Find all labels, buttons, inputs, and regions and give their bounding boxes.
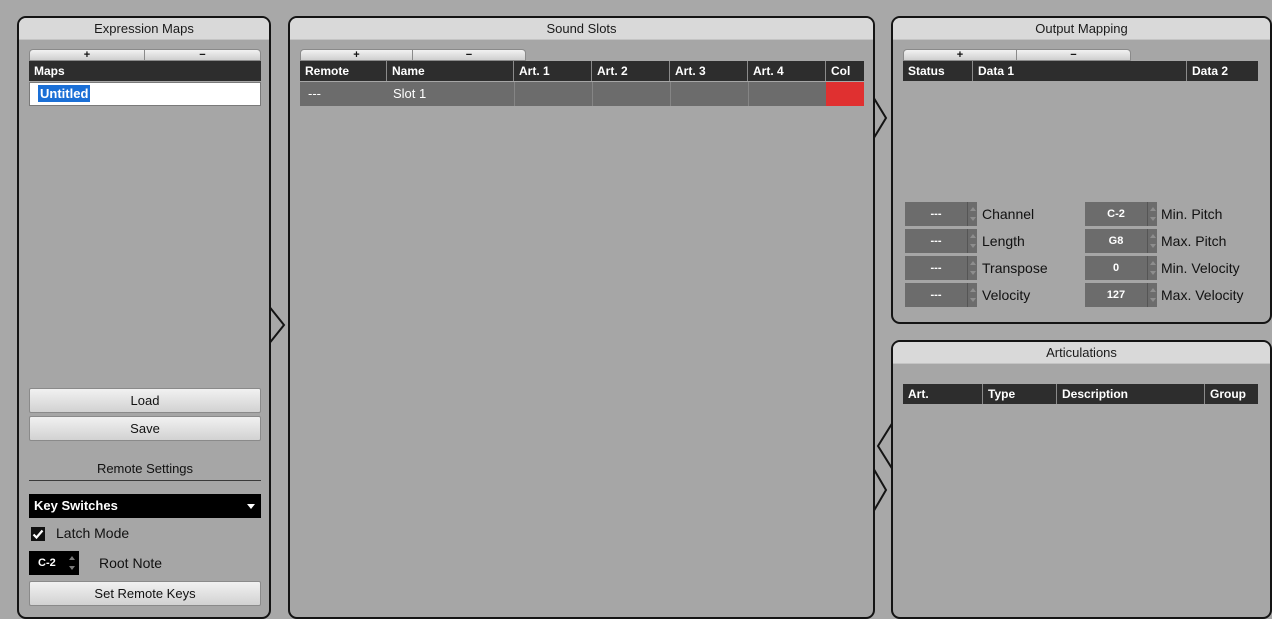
column-header-art1[interactable]: Art. 1 <box>514 61 592 81</box>
column-header-remote[interactable]: Remote <box>300 61 387 81</box>
velocity-field[interactable]: --- <box>905 283 967 307</box>
channel-field[interactable]: --- <box>905 202 967 226</box>
sound-slots-title: Sound Slots <box>290 18 873 40</box>
min-pitch-spinner[interactable] <box>1147 202 1157 226</box>
min-pitch-label: Min. Pitch <box>1161 206 1223 222</box>
output-mapping-title: Output Mapping <box>893 18 1270 40</box>
expression-maps-panel: Expression Maps + − Maps Untitled Load S… <box>17 16 271 619</box>
articulations-title: Articulations <box>893 342 1270 364</box>
column-header-art[interactable]: Art. <box>903 384 983 404</box>
slots-add-remove-bar: + − <box>300 49 526 61</box>
min-velocity-field[interactable]: 0 <box>1085 256 1147 280</box>
column-header-type[interactable]: Type <box>983 384 1057 404</box>
max-pitch-spinner[interactable] <box>1147 229 1157 253</box>
transpose-field[interactable]: --- <box>905 256 967 280</box>
velocity-spinner[interactable] <box>967 283 977 307</box>
latch-mode-checkbox[interactable] <box>31 527 45 541</box>
length-spinner[interactable] <box>967 229 977 253</box>
remove-map-button[interactable]: − <box>145 49 261 61</box>
column-header-description[interactable]: Description <box>1057 384 1205 404</box>
slot-art2-cell[interactable] <box>592 82 670 106</box>
min-pitch-field[interactable]: C-2 <box>1085 202 1147 226</box>
column-header-data2[interactable]: Data 2 <box>1187 61 1258 81</box>
spin-down-icon <box>69 566 75 570</box>
sound-slots-panel: Sound Slots + − Remote Name Art. 1 Art. … <box>288 16 875 619</box>
table-row[interactable]: --- Slot 1 <box>300 82 864 106</box>
set-remote-keys-button[interactable]: Set Remote Keys <box>29 581 261 606</box>
velocity-label: Velocity <box>982 287 1031 303</box>
articulations-table-header: Art. Type Description Group <box>903 384 1258 404</box>
articulations-panel: Articulations Art. Type Description Grou… <box>891 340 1272 619</box>
column-header-art3[interactable]: Art. 3 <box>670 61 748 81</box>
latch-mode-label: Latch Mode <box>56 525 130 541</box>
root-note-field[interactable]: C-2 <box>29 551 79 575</box>
slot-color-swatch[interactable] <box>826 82 864 106</box>
remote-mode-select[interactable]: Key Switches <box>29 494 261 518</box>
output-add-remove-bar: + − <box>903 49 1131 61</box>
length-label: Length <box>982 233 1025 249</box>
channel-label: Channel <box>982 206 1035 222</box>
root-note-value: C-2 <box>38 557 56 569</box>
expression-maps-title: Expression Maps <box>19 18 269 40</box>
column-header-data1[interactable]: Data 1 <box>973 61 1187 81</box>
chevron-down-icon <box>247 504 255 509</box>
column-header-art2[interactable]: Art. 2 <box>592 61 670 81</box>
add-output-button[interactable]: + <box>903 49 1017 61</box>
slot-name-cell[interactable]: Slot 1 <box>387 82 514 106</box>
max-velocity-label: Max. Velocity <box>1161 287 1244 303</box>
checkmark-icon <box>32 529 44 540</box>
save-button[interactable]: Save <box>29 416 261 441</box>
maps-column-header[interactable]: Maps <box>29 61 261 81</box>
max-pitch-field[interactable]: G8 <box>1085 229 1147 253</box>
maps-list: Untitled <box>29 82 261 106</box>
max-velocity-field[interactable]: 127 <box>1085 283 1147 307</box>
map-item-untitled[interactable]: Untitled <box>38 85 91 102</box>
slot-art3-cell[interactable] <box>670 82 748 106</box>
maps-header: Maps <box>29 61 261 81</box>
slots-table-header: Remote Name Art. 1 Art. 2 Art. 3 Art. 4 … <box>300 61 864 81</box>
slot-remote-cell[interactable]: --- <box>300 82 387 106</box>
max-velocity-spinner[interactable] <box>1147 283 1157 307</box>
column-header-art4[interactable]: Art. 4 <box>748 61 826 81</box>
slot-art1-cell[interactable] <box>514 82 592 106</box>
remove-slot-button[interactable]: − <box>413 49 526 61</box>
slot-art4-cell[interactable] <box>748 82 826 106</box>
remote-settings-title: Remote Settings <box>96 461 194 476</box>
output-mapping-panel: Output Mapping + − Status Data 1 Data 2 … <box>891 16 1272 324</box>
remote-settings-divider <box>29 480 261 481</box>
remove-output-button[interactable]: − <box>1017 49 1131 61</box>
min-velocity-spinner[interactable] <box>1147 256 1157 280</box>
output-table-header: Status Data 1 Data 2 <box>903 61 1258 81</box>
root-note-label: Root Note <box>99 555 163 571</box>
add-slot-button[interactable]: + <box>300 49 413 61</box>
add-map-button[interactable]: + <box>29 49 145 61</box>
maps-add-remove-bar: + − <box>29 49 261 61</box>
column-header-col[interactable]: Col <box>826 61 864 81</box>
max-pitch-label: Max. Pitch <box>1161 233 1227 249</box>
remote-mode-value: Key Switches <box>34 498 118 513</box>
column-header-status[interactable]: Status <box>903 61 973 81</box>
min-velocity-label: Min. Velocity <box>1161 260 1240 276</box>
transpose-label: Transpose <box>982 260 1048 276</box>
transpose-spinner[interactable] <box>967 256 977 280</box>
spin-up-icon <box>69 556 75 560</box>
load-button[interactable]: Load <box>29 388 261 413</box>
column-header-name[interactable]: Name <box>387 61 514 81</box>
column-header-group[interactable]: Group <box>1205 384 1258 404</box>
channel-spinner[interactable] <box>967 202 977 226</box>
length-field[interactable]: --- <box>905 229 967 253</box>
